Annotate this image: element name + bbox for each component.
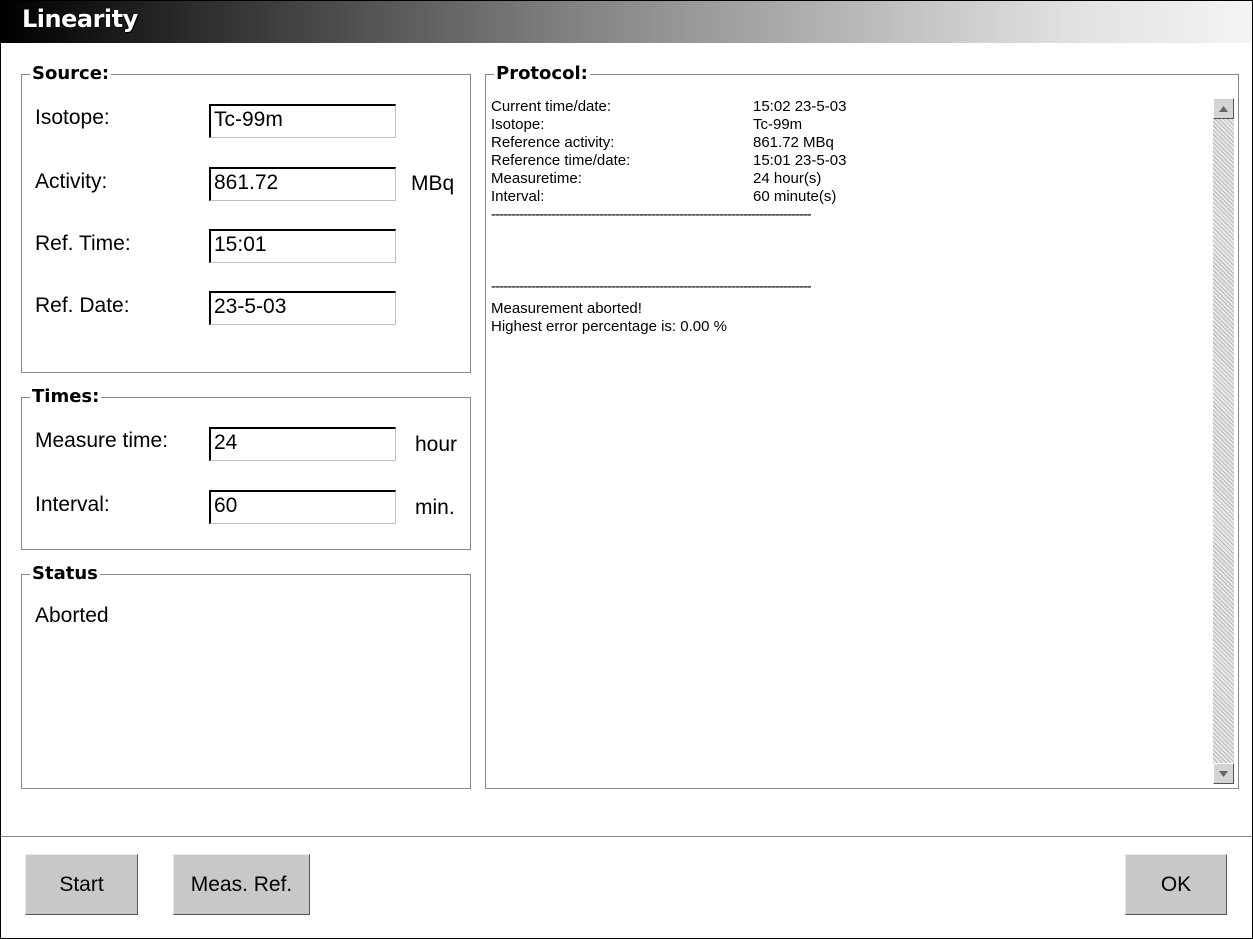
times-legend: Times: — [32, 386, 100, 407]
source-legend: Source: — [32, 63, 110, 84]
protocol-legend: Protocol: — [496, 63, 588, 84]
arrow-down-icon[interactable] — [1213, 763, 1234, 784]
protocol-row-value: 60 minute(s) — [753, 188, 837, 205]
protocol-row: Reference activity: 861.72 MBq — [491, 134, 846, 152]
reftime-label: Ref. Time: — [35, 232, 131, 255]
protocol-row-key: Current time/date: — [491, 98, 612, 115]
measure-time-input[interactable]: 24 — [209, 427, 396, 461]
isotope-input[interactable]: Tc-99m — [209, 104, 396, 138]
protocol-row-value: Tc-99m — [753, 116, 803, 133]
measure-time-unit: hour — [415, 433, 458, 456]
protocol-group: Protocol: Current time/date: 15:02 23-5-0… — [485, 64, 1239, 789]
protocol-row: Measuretime: 24 hour(s) — [491, 170, 846, 188]
refdate-label: Ref. Date: — [35, 294, 130, 317]
measure-time-label: Measure time: — [35, 429, 169, 452]
source-group: Source: Isotope: Tc-99m Activity: 861.72… — [21, 64, 471, 373]
start-button[interactable]: Start — [25, 854, 138, 915]
protocol-row-key: Measuretime: — [491, 170, 582, 187]
error-percentage-message: Highest error percentage is: 0.00 % — [491, 318, 727, 335]
protocol-row-key: Reference time/date: — [491, 152, 631, 169]
linearity-window: Linearity Source: Isotope: Tc-99m Activi… — [0, 0, 1253, 939]
arrow-up-icon[interactable] — [1213, 98, 1234, 119]
activity-unit: MBq — [411, 172, 455, 195]
separator-line: ----------------------------------------… — [491, 278, 812, 295]
activity-label: Activity: — [35, 170, 108, 193]
protocol-row-value: 15:02 23-5-03 — [753, 98, 847, 115]
abort-message: Measurement aborted! — [491, 300, 642, 317]
protocol-row: Reference time/date: 15:01 23-5-03 — [491, 152, 846, 170]
protocol-row: Interval: 60 minute(s) — [491, 188, 846, 206]
protocol-row-key: Isotope: — [491, 116, 545, 133]
times-group: Times: Measure time: 24 hour Interval: 6… — [21, 387, 471, 550]
interval-label: Interval: — [35, 493, 110, 516]
status-legend: Status — [32, 563, 98, 584]
status-text: Aborted — [35, 604, 109, 627]
protocol-row: Isotope: Tc-99m — [491, 116, 846, 134]
activity-input[interactable]: 861.72 — [209, 167, 396, 201]
interval-input[interactable]: 60 — [209, 490, 396, 524]
protocol-log: Current time/date: 15:02 23-5-03 Isotope: T… — [491, 98, 846, 336]
footer-divider — [1, 836, 1252, 837]
protocol-row-key: Reference activity: — [491, 134, 615, 151]
protocol-row-value: 24 hour(s) — [753, 170, 822, 187]
window-title: Linearity — [22, 5, 138, 33]
ok-button[interactable]: OK — [1125, 854, 1227, 915]
protocol-row-value: 15:01 23-5-03 — [753, 152, 847, 169]
protocol-scrollbar[interactable] — [1213, 98, 1234, 784]
protocol-row-value: 861.72 MBq — [753, 134, 834, 151]
interval-unit: min. — [415, 496, 455, 519]
meas-ref-button[interactable]: Meas. Ref. — [173, 854, 310, 915]
separator-line: ----------------------------------------… — [491, 206, 812, 223]
reftime-input[interactable]: 15:01 — [209, 229, 396, 263]
protocol-row: Current time/date: 15:02 23-5-03 — [491, 98, 846, 116]
title-bar: Linearity — [1, 1, 1252, 43]
status-group: Status Aborted — [21, 564, 471, 789]
protocol-row-key: Interval: — [491, 188, 545, 205]
isotope-label: Isotope: — [35, 106, 110, 129]
refdate-input[interactable]: 23-5-03 — [209, 291, 396, 325]
